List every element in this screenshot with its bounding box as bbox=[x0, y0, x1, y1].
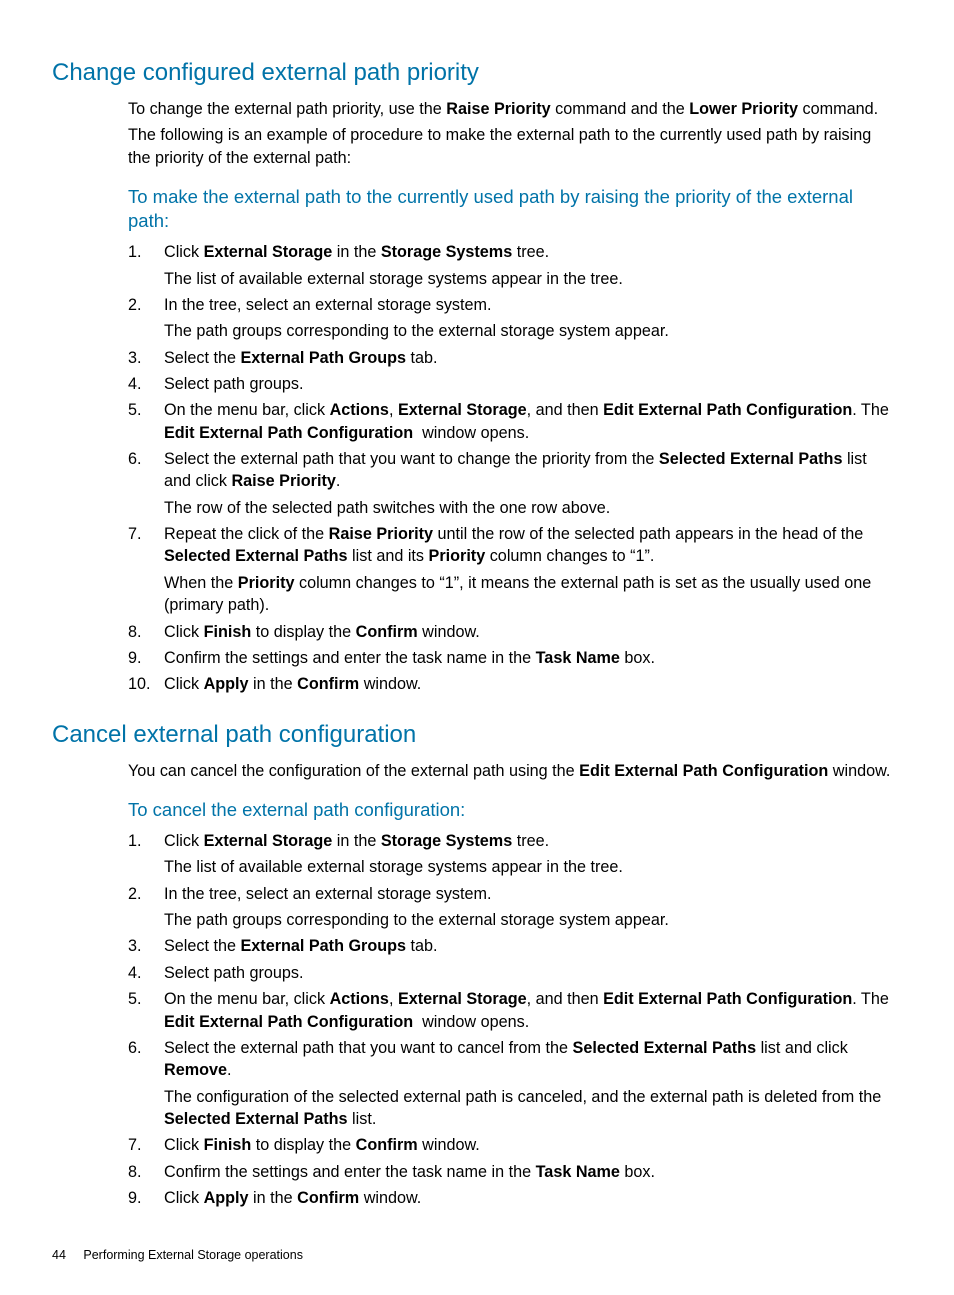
step-text: Click External Storage in the Storage Sy… bbox=[164, 830, 892, 881]
section-heading-cancel-config: Cancel external path configuration bbox=[52, 720, 892, 750]
procedure-steps-list: 1.Click External Storage in the Storage … bbox=[128, 241, 892, 697]
step-number: 9. bbox=[128, 647, 164, 671]
step-item: 1.Click External Storage in the Storage … bbox=[128, 830, 892, 881]
page-footer: 44 Performing External Storage operation… bbox=[52, 1247, 892, 1264]
step-item: 8.Confirm the settings and enter the tas… bbox=[128, 1161, 892, 1185]
step-text: Select path groups. bbox=[164, 962, 892, 986]
step-number: 1. bbox=[128, 241, 164, 292]
intro-paragraph: To change the external path priority, us… bbox=[128, 98, 892, 120]
step-number: 8. bbox=[128, 1161, 164, 1185]
step-number: 9. bbox=[128, 1187, 164, 1211]
step-number: 5. bbox=[128, 399, 164, 446]
step-item: 8.Click Finish to display the Confirm wi… bbox=[128, 621, 892, 645]
step-number: 4. bbox=[128, 373, 164, 397]
step-item: 3.Select the External Path Groups tab. bbox=[128, 935, 892, 959]
step-text: Select the External Path Groups tab. bbox=[164, 935, 892, 959]
step-number: 7. bbox=[128, 523, 164, 618]
step-number: 7. bbox=[128, 1134, 164, 1158]
step-number: 3. bbox=[128, 935, 164, 959]
step-item: 2.In the tree, select an external storag… bbox=[128, 294, 892, 345]
intro-paragraph: The following is an example of procedure… bbox=[128, 124, 892, 169]
step-number: 6. bbox=[128, 1037, 164, 1132]
page-number: 44 bbox=[52, 1247, 66, 1264]
step-item: 3.Select the External Path Groups tab. bbox=[128, 347, 892, 371]
procedure-steps-list: 1.Click External Storage in the Storage … bbox=[128, 830, 892, 1211]
step-text: Confirm the settings and enter the task … bbox=[164, 1161, 892, 1185]
step-number: 2. bbox=[128, 883, 164, 934]
intro-paragraph: You can cancel the configuration of the … bbox=[128, 760, 892, 782]
step-number: 2. bbox=[128, 294, 164, 345]
step-item: 5.On the menu bar, click Actions, Extern… bbox=[128, 399, 892, 446]
step-item: 6.Select the external path that you want… bbox=[128, 448, 892, 521]
step-text: Click External Storage in the Storage Sy… bbox=[164, 241, 892, 292]
step-number: 5. bbox=[128, 988, 164, 1035]
step-item: 5.On the menu bar, click Actions, Extern… bbox=[128, 988, 892, 1035]
step-number: 4. bbox=[128, 962, 164, 986]
step-item: 2.In the tree, select an external storag… bbox=[128, 883, 892, 934]
step-number: 6. bbox=[128, 448, 164, 521]
step-text: Select the External Path Groups tab. bbox=[164, 347, 892, 371]
step-number: 8. bbox=[128, 621, 164, 645]
procedure-subheading: To make the external path to the current… bbox=[128, 185, 892, 233]
step-text: Click Apply in the Confirm window. bbox=[164, 673, 892, 697]
step-item: 6.Select the external path that you want… bbox=[128, 1037, 892, 1132]
section-heading-change-priority: Change configured external path priority bbox=[52, 58, 892, 88]
step-text: Repeat the click of the Raise Priority u… bbox=[164, 523, 892, 618]
step-number: 1. bbox=[128, 830, 164, 881]
step-text: Select the external path that you want t… bbox=[164, 448, 892, 521]
step-item: 7.Repeat the click of the Raise Priority… bbox=[128, 523, 892, 618]
step-item: 9.Click Apply in the Confirm window. bbox=[128, 1187, 892, 1211]
step-text: On the menu bar, click Actions, External… bbox=[164, 988, 892, 1035]
step-number: 10. bbox=[128, 673, 164, 697]
step-item: 9.Confirm the settings and enter the tas… bbox=[128, 647, 892, 671]
step-item: 10.Click Apply in the Confirm window. bbox=[128, 673, 892, 697]
step-text: Select path groups. bbox=[164, 373, 892, 397]
chapter-title: Performing External Storage operations bbox=[83, 1248, 303, 1262]
step-item: 7.Click Finish to display the Confirm wi… bbox=[128, 1134, 892, 1158]
step-text: Click Finish to display the Confirm wind… bbox=[164, 621, 892, 645]
step-text: In the tree, select an external storage … bbox=[164, 294, 892, 345]
step-text: Click Finish to display the Confirm wind… bbox=[164, 1134, 892, 1158]
step-text: On the menu bar, click Actions, External… bbox=[164, 399, 892, 446]
step-item: 1.Click External Storage in the Storage … bbox=[128, 241, 892, 292]
step-item: 4.Select path groups. bbox=[128, 962, 892, 986]
step-item: 4.Select path groups. bbox=[128, 373, 892, 397]
step-number: 3. bbox=[128, 347, 164, 371]
step-text: Select the external path that you want t… bbox=[164, 1037, 892, 1132]
step-text: In the tree, select an external storage … bbox=[164, 883, 892, 934]
procedure-subheading: To cancel the external path configuratio… bbox=[128, 798, 892, 822]
step-text: Click Apply in the Confirm window. bbox=[164, 1187, 892, 1211]
step-text: Confirm the settings and enter the task … bbox=[164, 647, 892, 671]
